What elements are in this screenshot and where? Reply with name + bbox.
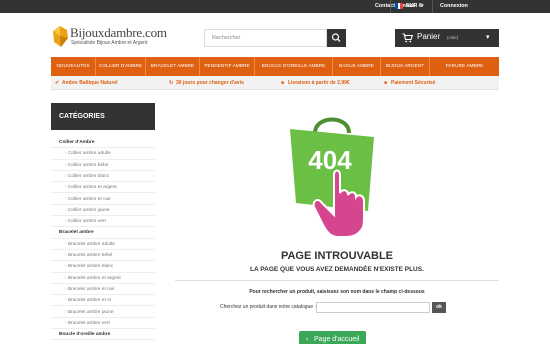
nav-item-parure[interactable]: PARURE AMBRE <box>430 57 499 76</box>
category-group[interactable]: Collier d'Ambre <box>51 137 155 149</box>
chevron-left-icon: ‹ <box>306 336 309 343</box>
divider <box>432 0 433 13</box>
category-item[interactable]: › Collier ambre et argent <box>51 182 155 194</box>
info-natural-amber: Ambre Baltique Naturel <box>62 80 118 86</box>
category-item[interactable]: › Collier ambre adulte <box>51 148 155 160</box>
category-label: Bracelet ambre <box>59 230 94 236</box>
search-icon <box>331 33 341 42</box>
check-icon: ✔ <box>55 80 60 86</box>
divider <box>390 0 391 13</box>
category-label: Collier ambre adulte <box>67 151 111 157</box>
category-label: Bracelet ambre jaune <box>67 309 114 315</box>
page-title: PAGE INTROUVABLE <box>280 250 394 262</box>
category-label: Collier ambre et cuir <box>67 196 111 202</box>
top-bar: Contactez-nous EUR € ▾ Connexion <box>0 0 550 13</box>
info-secure-payment: Paiement Sécurisé <box>391 80 436 86</box>
category-label: Collier ambre bébé <box>67 162 109 168</box>
info-shipping: Livraison à partir de 2,99€ <box>288 80 350 86</box>
info-return-policy: 30 jours pour changer d'avis <box>176 80 244 86</box>
category-label: Bracelet ambre vert <box>67 320 110 326</box>
category-label: Collier d'Ambre <box>59 140 95 145</box>
category-item[interactable]: › Collier ambre bébé <box>51 160 155 171</box>
logo-name: Bijouxdambre.com <box>70 25 167 40</box>
currency-selector[interactable]: EUR € <box>406 0 422 13</box>
nav-item-bague[interactable]: BAGUE AMBRE <box>333 57 381 76</box>
nav-item-bracelet[interactable]: BRACELET AMBRE <box>146 57 200 76</box>
category-group[interactable]: Bracelet ambre <box>51 227 155 239</box>
nav-item-boucle[interactable]: BOUCLE D'OREILLE AMBRE <box>255 57 333 76</box>
category-item[interactable]: › Bracelet ambre et cuir <box>51 284 155 296</box>
bag-404-text: 404 <box>308 145 352 175</box>
category-label: Collier ambre vert <box>67 219 106 225</box>
category-label: Bracelet ambre et cuir <box>67 286 115 292</box>
site-logo[interactable]: Bijouxdambre.com Spécialiste Bijoux Ambr… <box>51 24 171 54</box>
category-item[interactable]: › Bracelet ambre adulte <box>51 239 155 250</box>
info-bar: ✔ Ambre Baltique Naturel ↻ 30 jours pour… <box>51 76 499 90</box>
search-hint: Pour rechercher un produit, saisissez so… <box>249 289 425 295</box>
category-item[interactable]: › Bracelet ambre et or <box>51 295 155 307</box>
cart-button[interactable]: Panier (vide) ▾ <box>395 29 499 47</box>
categories-sidebar: CATÉGORIES Collier d'Ambre › Collier ambr… <box>51 103 155 344</box>
truck-icon: ■ <box>281 80 285 86</box>
cart-label: Panier <box>417 32 441 41</box>
category-item[interactable]: › Collier ambre blanc <box>51 171 155 183</box>
search-input[interactable]: Rechercher <box>204 29 327 47</box>
shopping-bag-404-illustration: 404 <box>290 117 374 238</box>
nav-item-collier[interactable]: COLLIER D'AMBRE <box>96 57 146 76</box>
category-label: Collier ambre et argent <box>67 185 117 191</box>
category-label: Collier ambre blanc <box>67 173 110 179</box>
category-label: Bracelet ambre et or <box>67 298 112 304</box>
catalogue-search-label: Cherchez un produit dans notre catalogue… <box>220 304 316 310</box>
cart-count: (vide) <box>447 35 459 40</box>
cart-icon <box>402 33 413 43</box>
nav-item-pendentif[interactable]: PENDENTIF AMBRE <box>200 57 255 76</box>
category-item[interactable]: › Bracelet ambre blanc <box>51 261 155 273</box>
catalogue-search-input[interactable] <box>316 302 430 313</box>
category-item[interactable]: › Bracelet ambre bébé <box>51 250 155 262</box>
ok-button[interactable]: ok <box>432 302 446 313</box>
search-button[interactable] <box>327 29 346 47</box>
divider <box>175 280 499 281</box>
page-subtitle: LA PAGE QUE VOUS AVEZ DEMANDÉE N'EXISTE … <box>250 266 424 273</box>
category-label: Bracelet ambre blanc <box>67 264 114 270</box>
category-label: Boucle d'oreille ambre <box>59 332 111 338</box>
france-flag-icon[interactable] <box>395 3 404 9</box>
chevron-down-icon[interactable]: ▾ <box>421 0 424 13</box>
category-label: Bracelet ambre adulte <box>67 241 115 247</box>
category-group[interactable]: Boucle d'oreille ambre <box>51 329 155 341</box>
category-item[interactable]: › Collier ambre et cuir <box>51 194 155 205</box>
category-item[interactable]: › Bracelet ambre vert <box>51 318 155 330</box>
login-link[interactable]: Connexion <box>440 0 468 13</box>
refresh-icon: ↻ <box>169 80 174 86</box>
logo-tagline: Spécialiste Bijoux Ambre et Argent <box>71 40 148 46</box>
lock-icon: ■ <box>384 80 388 86</box>
amber-stone-icon <box>53 26 68 47</box>
chevron-down-icon: ▾ <box>486 34 490 41</box>
main-content: 404 PAGE INTROUVABLE LA PAGE QUE VOUS AV… <box>175 103 499 344</box>
category-label: Bracelet ambre et argent <box>67 275 121 281</box>
category-item[interactable]: › Collier ambre jaune <box>51 205 155 217</box>
category-item[interactable]: › Bracelet ambre et argent <box>51 273 155 284</box>
main-nav: NOUVEAUTÉS COLLIER D'AMBRE BRACELET AMBR… <box>51 57 499 76</box>
nav-item-nouveautes[interactable]: NOUVEAUTÉS <box>51 57 96 76</box>
category-item[interactable]: › Collier ambre vert <box>51 216 155 228</box>
category-label: Collier ambre jaune <box>67 207 110 213</box>
home-button-label: Page d'accueil <box>314 336 360 343</box>
home-button[interactable]: ‹ Page d'accueil <box>299 331 366 344</box>
nav-item-bijoux-argent[interactable]: BIJOUX ARGENT <box>381 57 430 76</box>
category-label: Bracelet ambre bébé <box>67 253 113 258</box>
categories-heading: CATÉGORIES <box>51 103 155 130</box>
category-item[interactable]: › Bracelet ambre jaune <box>51 307 155 318</box>
